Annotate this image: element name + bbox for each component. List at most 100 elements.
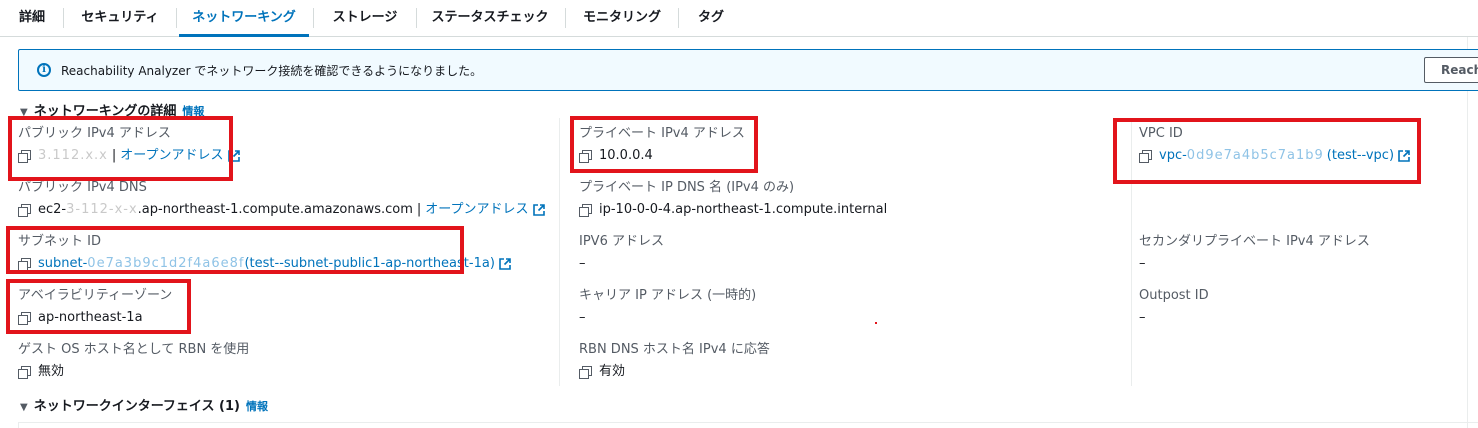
vpc-name[interactable]: (test--vpc) <box>1327 147 1394 165</box>
copy-icon[interactable] <box>579 204 592 217</box>
field-value: ec2- 3-112-x-x .ap-northeast-1.compute.ama… <box>18 201 545 219</box>
panel-border <box>1467 37 1468 428</box>
rbn-dns-value: 有効 <box>599 364 626 379</box>
carrier-ip-field: キャリア IP アドレス (一時的) – <box>579 287 756 327</box>
private-ipv4-field: プライベート IPv4 アドレス 10.0.0.4 <box>579 125 745 165</box>
copy-icon[interactable] <box>1139 150 1152 163</box>
dns-suffix: .ap-northeast-1.compute.amazonaws.com <box>137 202 413 217</box>
copy-icon[interactable] <box>579 150 592 163</box>
field-value: 有効 <box>579 363 770 381</box>
column-divider <box>559 118 560 386</box>
tab-divider <box>678 8 679 28</box>
info-icon: i <box>37 63 51 77</box>
pipe-separator: | <box>416 202 422 217</box>
pipe-separator: | <box>111 148 117 163</box>
public-dns-field: パブリック IPv4 DNS ec2- 3-112-x-x .ap-northeas… <box>18 179 545 219</box>
field-label: IPV6 アドレス <box>579 234 664 249</box>
field-value: – <box>1139 310 1146 325</box>
tab-networking[interactable]: ネットワーキング <box>179 0 309 37</box>
vpc-prefix[interactable]: vpc- <box>1159 147 1187 165</box>
field-label: プライベート IPv4 アドレス <box>579 126 745 141</box>
field-label: プライベート IP DNS 名 (IPv4 のみ) <box>579 180 795 195</box>
tab-divider <box>313 8 314 28</box>
field-value: 3.112.x.x | オープンアドレス <box>18 147 240 165</box>
subnet-id-field: サブネット ID subnet- 0e7a3b9c1d2f4a6e8f (test-… <box>18 233 511 273</box>
open-address-link[interactable]: オープンアドレス <box>425 201 528 219</box>
field-value: vpc-0d9e7a4b5c7a1b9d2e1f(test--vpc) <box>1139 147 1410 165</box>
tab-bar: 詳細 セキュリティ ネットワーキング ストレージ ステータスチェック モニタリン… <box>0 0 1478 37</box>
field-label: VPC ID <box>1139 126 1183 141</box>
dns-prefix: ec2- <box>38 202 67 217</box>
external-link-icon[interactable] <box>532 204 545 216</box>
tab-divider <box>63 8 64 28</box>
field-label: アベイラビリティーゾーン <box>18 288 173 303</box>
field-value: ap-northeast-1a <box>18 309 172 327</box>
az-value: ap-northeast-1a <box>38 310 143 325</box>
field-value: ip-10-0-0-4.ap-northeast-1.compute.inter… <box>579 201 887 219</box>
vpc-id-field: VPC ID vpc-0d9e7a4b5c7a1b9d2e1f(test--vp… <box>1139 125 1410 165</box>
subnet-prefix[interactable]: subnet- <box>38 255 87 273</box>
network-interfaces-panel <box>18 422 1478 428</box>
column-divider <box>1131 118 1132 386</box>
info-link[interactable]: 情報 <box>182 105 204 118</box>
copy-icon[interactable] <box>18 150 31 163</box>
subnet-name[interactable]: (test--subnet-public1-ap-northeast-1a) <box>244 255 494 273</box>
tab-tags[interactable]: タグ <box>684 0 738 37</box>
field-label: パブリック IPv4 アドレス <box>18 126 171 141</box>
red-dot <box>875 322 877 324</box>
vpc-masked[interactable]: 0d9e7a4b5c7a1b9d2e1f <box>1187 147 1323 165</box>
rbn-value: 無効 <box>38 364 65 379</box>
tab-divider <box>565 8 566 28</box>
tab-divider <box>416 8 417 28</box>
caret-down-icon: ▼ <box>20 107 28 118</box>
open-address-link[interactable]: オープンアドレス <box>120 147 223 165</box>
tab-security[interactable]: セキュリティ <box>70 0 170 37</box>
banner-message: Reachability Analyzer でネットワーク接続を確認できるように… <box>61 64 483 78</box>
field-value: – <box>579 310 586 325</box>
subnet-masked[interactable]: 0e7a3b9c1d2f4a6e8f <box>87 255 244 273</box>
copy-icon[interactable] <box>579 366 592 379</box>
availability-zone-field: アベイラビリティーゾーン ap-northeast-1a <box>18 287 172 327</box>
copy-icon[interactable] <box>18 204 31 217</box>
field-value: 10.0.0.4 <box>579 147 745 165</box>
field-label: セカンダリプライベート IPv4 アドレス <box>1139 234 1370 249</box>
public-ipv4-field: パブリック IPv4 アドレス 3.112.x.x | オープンアドレス <box>18 125 240 165</box>
field-label: Outpost ID <box>1139 288 1209 303</box>
field-label: ゲスト OS ホスト名として RBN を使用 <box>18 342 250 357</box>
copy-icon[interactable] <box>18 366 31 379</box>
private-dns-value: ip-10-0-0-4.ap-northeast-1.compute.inter… <box>599 202 888 217</box>
dns-masked: 3-112-x-x <box>66 202 138 217</box>
tab-status-checks[interactable]: ステータスチェック <box>420 0 560 37</box>
tab-divider <box>176 8 177 28</box>
field-value: subnet- 0e7a3b9c1d2f4a6e8f (test--subnet-p… <box>18 255 511 273</box>
private-ip-value: 10.0.0.4 <box>599 148 653 163</box>
external-link-icon[interactable] <box>499 258 511 270</box>
caret-down-icon: ▼ <box>20 402 28 413</box>
ipv6-field: IPV6 アドレス – <box>579 233 664 273</box>
field-label: パブリック IPv4 DNS <box>18 180 147 195</box>
copy-icon[interactable] <box>18 312 31 325</box>
public-ip-masked: 3.112.x.x <box>38 148 108 163</box>
info-link[interactable]: 情報 <box>246 400 268 413</box>
field-label: RBN DNS ホスト名 IPv4 に応答 <box>579 342 770 357</box>
outpost-id-field: Outpost ID – <box>1139 287 1209 327</box>
section-title: ネットワークインターフェイス (1) <box>33 399 240 414</box>
field-value: – <box>579 256 586 271</box>
tab-storage[interactable]: ストレージ <box>318 0 412 37</box>
private-dns-field: プライベート IP DNS 名 (IPv4 のみ) ip-10-0-0-4.ap… <box>579 179 887 219</box>
field-value: – <box>1139 256 1146 271</box>
field-label: キャリア IP アドレス (一時的) <box>579 288 757 303</box>
external-link-icon[interactable] <box>227 150 240 162</box>
info-banner: i Reachability Analyzer でネットワーク接続を確認できるよ… <box>18 49 1478 91</box>
tab-details[interactable]: 詳細 <box>8 0 56 37</box>
secondary-private-ipv4-field: セカンダリプライベート IPv4 アドレス – <box>1139 233 1370 273</box>
rbn-dns-field: RBN DNS ホスト名 IPv4 に応答 有効 <box>579 341 770 381</box>
reachability-analyzer-button[interactable]: Reach <box>1424 57 1478 83</box>
section-title: ネットワーキングの詳細 <box>33 104 177 119</box>
network-interfaces-header[interactable]: ▼ ネットワークインターフェイス (1) 情報 <box>20 395 268 414</box>
networking-details-header[interactable]: ▼ ネットワーキングの詳細 情報 <box>20 100 204 119</box>
tab-monitoring[interactable]: モニタリング <box>570 0 674 37</box>
external-link-icon[interactable] <box>1398 150 1410 162</box>
copy-icon[interactable] <box>18 258 31 271</box>
guest-os-rbn-field: ゲスト OS ホスト名として RBN を使用 無効 <box>18 341 249 381</box>
